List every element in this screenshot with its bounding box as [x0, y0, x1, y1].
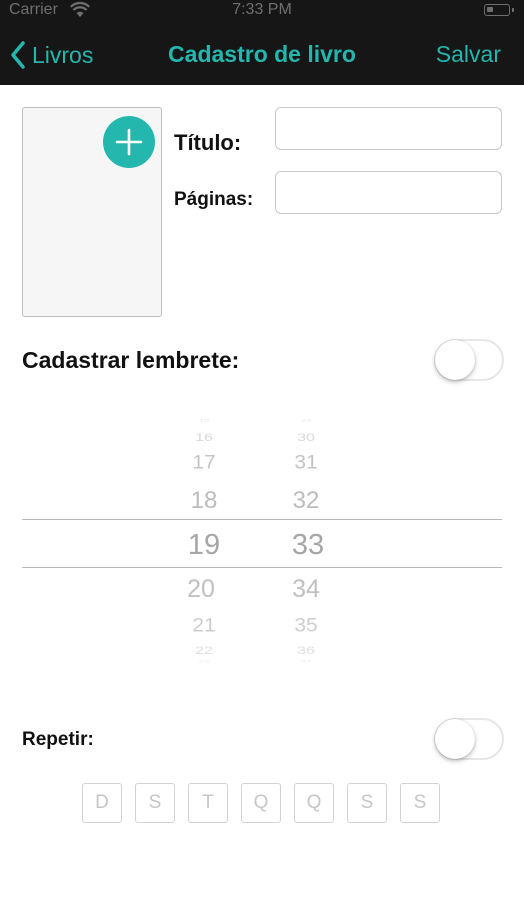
weekday-selector: D S T Q Q S S [82, 783, 440, 823]
picker-minute-item: 37 [300, 659, 312, 664]
repeat-label: Repetir: [22, 729, 94, 750]
status-bar: Carrier 7:33 PM [0, 0, 524, 22]
picker-minute-item: 29 [300, 418, 312, 423]
picker-minute-item: 32 [292, 487, 320, 514]
pages-label: Páginas: [174, 189, 254, 210]
picker-minute-item: 35 [294, 614, 318, 637]
reminder-label: Cadastrar lembrete: [22, 347, 240, 373]
picker-hour-item: 18 [190, 487, 218, 514]
picker-minute-item: 31 [294, 451, 318, 474]
repeat-toggle[interactable] [434, 718, 504, 760]
picker-hour-item: 23 [198, 659, 210, 664]
picker-minute-item: 36 [297, 644, 315, 657]
picker-hour-item: 16 [195, 431, 213, 444]
picker-selection-bottom-line [22, 567, 502, 568]
navigation-bar: Carrier 7:33 PM Livros Cadastro de livro… [0, 0, 524, 85]
picker-hour-item: 20 [187, 575, 215, 603]
day-button-sunday[interactable]: D [82, 783, 122, 823]
day-button-wednesday[interactable]: Q [241, 783, 281, 823]
day-button-thursday[interactable]: Q [294, 783, 334, 823]
title-input[interactable] [275, 107, 502, 150]
picker-hour-item: 22 [195, 644, 213, 657]
picker-hour-item: 21 [192, 614, 216, 637]
add-cover-button[interactable] [103, 116, 155, 168]
save-button[interactable]: Salvar [436, 41, 501, 68]
picker-minute-item: 34 [292, 575, 320, 603]
day-button-saturday[interactable]: S [400, 783, 440, 823]
picker-selection-top-line [22, 519, 502, 520]
day-button-monday[interactable]: S [135, 783, 175, 823]
status-time: 7:33 PM [232, 1, 292, 18]
title-label: Título: [174, 130, 242, 155]
reminder-toggle[interactable] [434, 339, 504, 381]
picker-hour-item: 17 [192, 451, 216, 474]
picker-hour-item: 15 [198, 418, 210, 423]
picker-minute-item: 30 [297, 431, 315, 444]
day-button-tuesday[interactable]: T [188, 783, 228, 823]
picker-selected-hour[interactable]: 19 [174, 529, 234, 562]
battery-icon [484, 4, 514, 16]
pages-input[interactable] [275, 171, 502, 214]
plus-icon [115, 128, 143, 156]
toggle-knob [435, 719, 475, 759]
picker-selected-minute[interactable]: 33 [278, 529, 338, 562]
toggle-knob [435, 340, 475, 380]
day-button-friday[interactable]: S [347, 783, 387, 823]
